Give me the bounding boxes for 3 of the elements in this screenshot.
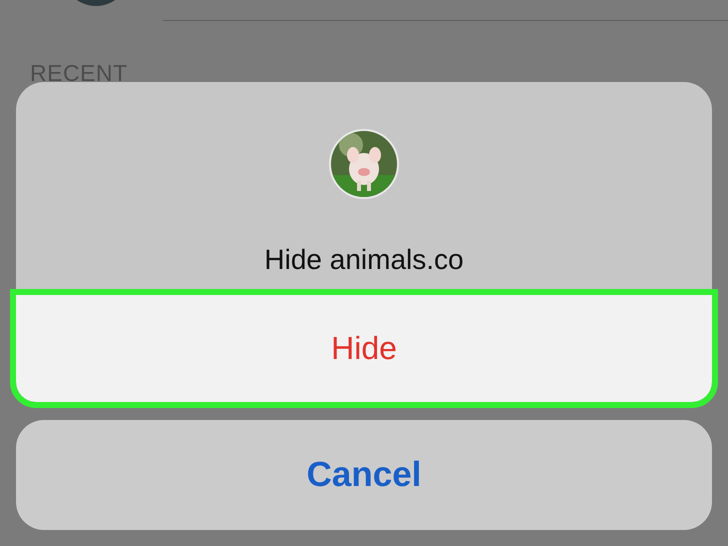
sheet-title: Hide animals.co bbox=[264, 244, 464, 276]
cancel-button[interactable]: Cancel bbox=[16, 420, 712, 530]
hide-button[interactable]: Hide bbox=[16, 295, 712, 402]
